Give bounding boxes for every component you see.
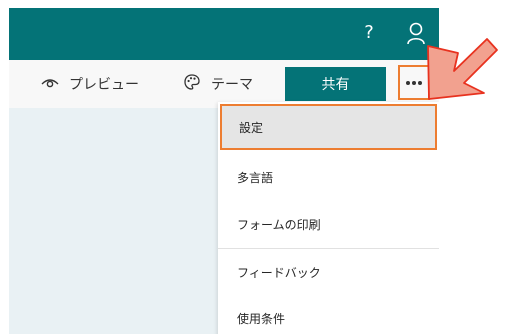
- share-button[interactable]: 共有: [285, 67, 386, 101]
- menu-item-settings[interactable]: 設定: [220, 104, 437, 150]
- toolbar: プレビュー テーマ 共有: [9, 60, 439, 108]
- top-bar: ?: [9, 8, 439, 60]
- menu-item-label: 使用条件: [237, 312, 286, 326]
- ellipsis-icon: [406, 80, 422, 85]
- help-icon[interactable]: ?: [361, 21, 377, 45]
- preview-button[interactable]: プレビュー: [41, 69, 139, 99]
- theme-label: テーマ: [211, 77, 253, 93]
- app-window: ? プレビュー テーマ 共有 設定 多言語 フォームの印刷 フィードバック 使用…: [9, 8, 439, 334]
- preview-label: プレビュー: [69, 77, 139, 93]
- menu-item-label: フィードバック: [237, 266, 321, 280]
- pointer-arrow-annotation: [427, 38, 498, 100]
- menu-item-label: 設定: [239, 120, 264, 135]
- palette-icon: [183, 73, 201, 95]
- eye-icon: [41, 75, 59, 93]
- more-options-menu: 設定 多言語 フォームの印刷 フィードバック 使用条件: [218, 102, 439, 334]
- menu-item-multilingual[interactable]: 多言語: [218, 154, 439, 201]
- menu-item-print-form[interactable]: フォームの印刷: [218, 201, 439, 248]
- share-label: 共有: [321, 77, 350, 93]
- menu-item-label: 多言語: [237, 171, 274, 185]
- theme-button[interactable]: テーマ: [183, 69, 253, 99]
- menu-item-feedback[interactable]: フィードバック: [218, 249, 439, 296]
- menu-item-terms-of-use[interactable]: 使用条件: [218, 295, 439, 334]
- menu-item-label: フォームの印刷: [237, 218, 321, 232]
